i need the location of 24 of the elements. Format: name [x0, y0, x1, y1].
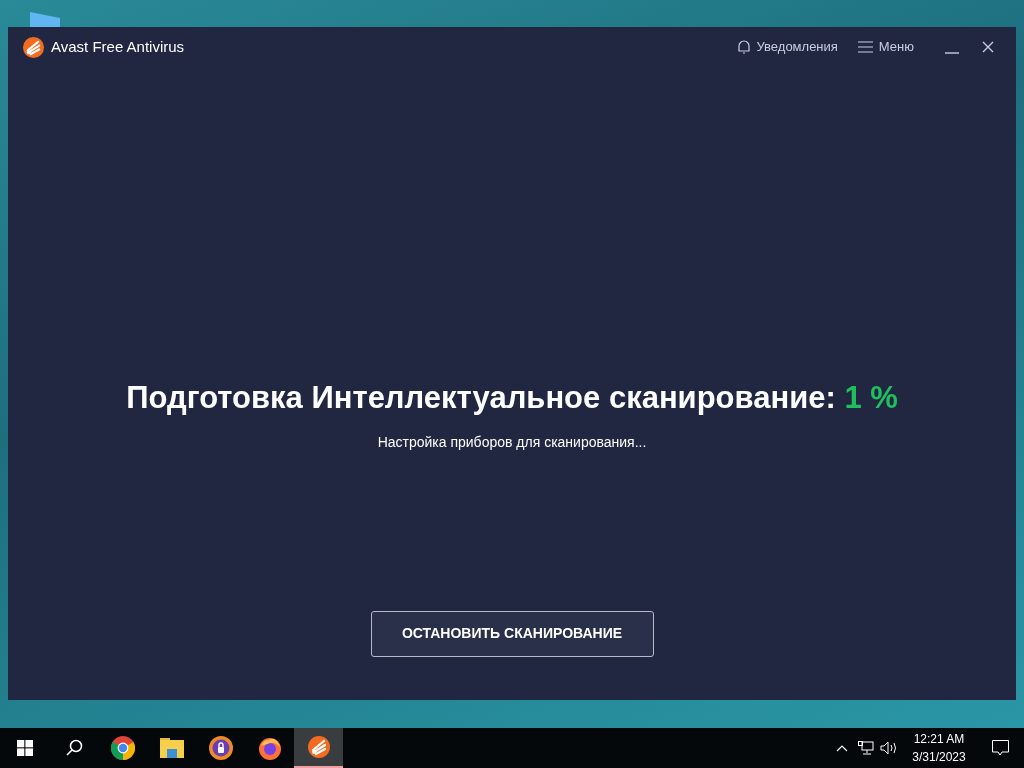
- chevron-up-icon[interactable]: [836, 744, 848, 752]
- avast-icon: [306, 735, 331, 759]
- search-icon: [64, 739, 83, 757]
- close-icon: [982, 41, 994, 53]
- scan-status: Настройка приборов для сканирования...: [377, 432, 647, 452]
- speaker-icon[interactable]: [880, 741, 898, 755]
- taskbar-button[interactable]: [294, 728, 343, 768]
- clock[interactable]: 12:21 AM 3/31/2023: [906, 730, 972, 766]
- menu-icon: [857, 41, 873, 53]
- menu-button[interactable]: Меню: [857, 37, 914, 57]
- chrome-icon: [110, 736, 135, 760]
- windows-icon: [16, 740, 33, 756]
- folder-icon: [159, 738, 184, 758]
- window-title: Avast Free Antivirus: [51, 36, 185, 57]
- speech-bubble-icon: [991, 740, 1009, 756]
- lock-shield-icon: [208, 736, 233, 760]
- firefox-icon: [257, 736, 282, 760]
- avast-logo-icon: [22, 35, 45, 59]
- network-icon[interactable]: [858, 741, 874, 755]
- bell-icon: [736, 39, 751, 55]
- stop-scan-button[interactable]: ОСТАНОВИТЬ СКАНИРОВАНИЕ: [370, 610, 654, 657]
- minimize-icon: [945, 52, 959, 54]
- scan-heading: Подготовка Интеллектуальное сканирование: 1 %: [126, 379, 898, 417]
- notifications-button[interactable]: Уведомления: [736, 37, 838, 57]
